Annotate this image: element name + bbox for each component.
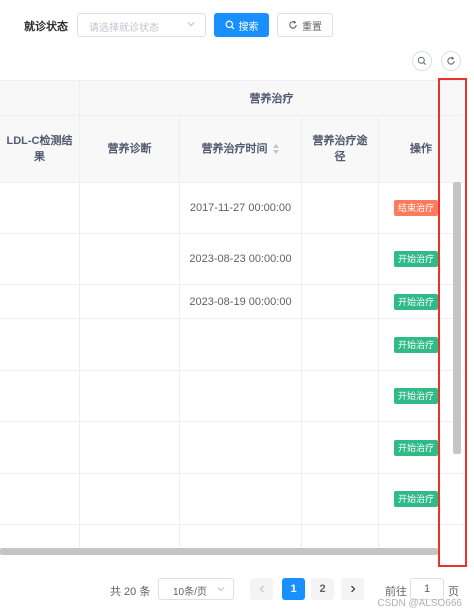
- cell-time-text: 2023-08-19 00:00:00: [189, 295, 292, 308]
- cell-time: [179, 371, 301, 421]
- column-header-ldl-label: LDL-C检测结果: [6, 135, 73, 163]
- column-header-action-label: 操作: [410, 143, 432, 155]
- start-treatment-button[interactable]: 开始治疗: [394, 491, 439, 507]
- cell-route: [301, 319, 378, 370]
- column-header-diagnosis-label: 营养诊断: [107, 143, 152, 155]
- cell-ldl: [0, 319, 79, 370]
- cell-route: [301, 285, 378, 318]
- cell-ldl: [0, 474, 79, 524]
- search-button-label: 搜索: [238, 21, 259, 33]
- chevron-right-icon: [350, 585, 355, 593]
- cell-diagnosis: [79, 474, 179, 524]
- pagination-total: 共 20 条: [110, 586, 151, 598]
- column-header-diagnosis: 营养诊断: [79, 116, 179, 183]
- cell-route: [301, 234, 378, 284]
- reset-button[interactable]: 重置: [277, 13, 333, 37]
- cell-diagnosis: [79, 319, 179, 370]
- column-header-route: 营养治疗途径: [301, 116, 378, 183]
- table-row: 开始治疗: [0, 371, 463, 422]
- search-icon: [225, 20, 234, 30]
- group-header-spacer: [0, 81, 79, 116]
- visit-status-placeholder: 请选择就诊状态: [89, 23, 159, 34]
- cell-ldl: [0, 422, 79, 473]
- next-page-button[interactable]: [341, 578, 364, 600]
- cell-ldl: [0, 371, 79, 421]
- cell-time-text: 2023-08-23 00:00:00: [189, 253, 292, 265]
- chevron-left-icon: [259, 585, 264, 593]
- search-icon: [417, 56, 426, 65]
- cell-diagnosis: [79, 285, 179, 318]
- page-button-2[interactable]: 2: [311, 578, 334, 600]
- cell-time: 2017-11-27 00:00:00: [179, 183, 301, 233]
- chevron-down-icon: [217, 587, 225, 592]
- data-table: 营养治疗 LDL-C检测结果 营养诊断 营养治疗时间 营养治疗途径 操作 201…: [0, 80, 463, 555]
- watermark-text: CSDN @ALSO666: [377, 598, 462, 609]
- prev-page-button[interactable]: [250, 578, 273, 600]
- page-size-value: 10条/页: [173, 587, 207, 598]
- group-header-nutrition: 营养治疗: [79, 81, 463, 116]
- page-button-1[interactable]: 1: [282, 578, 305, 600]
- column-header-ldl: LDL-C检测结果: [0, 116, 79, 183]
- column-header-time-label: 营养治疗时间: [201, 143, 268, 155]
- cell-time: [179, 474, 301, 524]
- start-treatment-button[interactable]: 开始治疗: [394, 251, 439, 267]
- visit-status-select[interactable]: 请选择就诊状态: [77, 13, 206, 37]
- goto-page-input[interactable]: 1: [410, 578, 444, 600]
- table-row: 开始治疗: [0, 474, 463, 525]
- cell-route: [301, 422, 378, 473]
- cell-route: [301, 371, 378, 421]
- visit-status-label: 就诊状态: [24, 21, 68, 33]
- table-row: 开始治疗: [0, 319, 463, 371]
- cell-ldl: [0, 183, 79, 233]
- column-header-time[interactable]: 营养治疗时间: [179, 116, 301, 183]
- end-treatment-button[interactable]: 结束治疗: [394, 200, 439, 216]
- start-treatment-button[interactable]: 开始治疗: [394, 439, 439, 456]
- horizontal-scrollbar[interactable]: [0, 548, 438, 555]
- cell-diagnosis: [79, 183, 179, 233]
- cell-time: 2023-08-23 00:00:00: [179, 234, 301, 284]
- sort-icon[interactable]: [272, 143, 280, 155]
- cell-time: [179, 319, 301, 370]
- search-button[interactable]: 搜索: [214, 13, 269, 37]
- refresh-icon: [447, 56, 455, 65]
- column-header-route-label: 营养治疗途径: [312, 135, 368, 163]
- cell-time: [179, 422, 301, 473]
- toggle-search-button[interactable]: [412, 51, 432, 71]
- table-row: 2017-11-27 00:00:00 结束治疗: [0, 183, 463, 234]
- cell-ldl: [0, 234, 79, 284]
- cell-time: 2023-08-19 00:00:00: [179, 285, 301, 318]
- start-treatment-button[interactable]: 开始治疗: [394, 388, 439, 404]
- cell-diagnosis: [79, 371, 179, 421]
- cell-diagnosis: [79, 422, 179, 473]
- goto-suffix: 页: [448, 586, 459, 598]
- refresh-icon: [289, 20, 297, 29]
- table-row: 开始治疗: [0, 422, 463, 474]
- cell-route: [301, 474, 378, 524]
- cell-time-text: 2017-11-27 00:00:00: [189, 202, 292, 214]
- chevron-down-icon: [187, 22, 195, 27]
- page-size-select[interactable]: 10条/页: [158, 578, 234, 600]
- cell-ldl: [0, 285, 79, 318]
- cell-route: [301, 183, 378, 233]
- highlight-box: [438, 78, 467, 567]
- table-row: 2023-08-19 00:00:00 开始治疗: [0, 285, 463, 319]
- start-treatment-button[interactable]: 开始治疗: [394, 293, 439, 310]
- start-treatment-button[interactable]: 开始治疗: [394, 336, 439, 353]
- table-row: 2023-08-23 00:00:00 开始治疗: [0, 234, 463, 285]
- cell-diagnosis: [79, 234, 179, 284]
- goto-label: 前往: [385, 586, 407, 598]
- reset-button-label: 重置: [302, 21, 322, 33]
- refresh-table-button[interactable]: [441, 51, 461, 71]
